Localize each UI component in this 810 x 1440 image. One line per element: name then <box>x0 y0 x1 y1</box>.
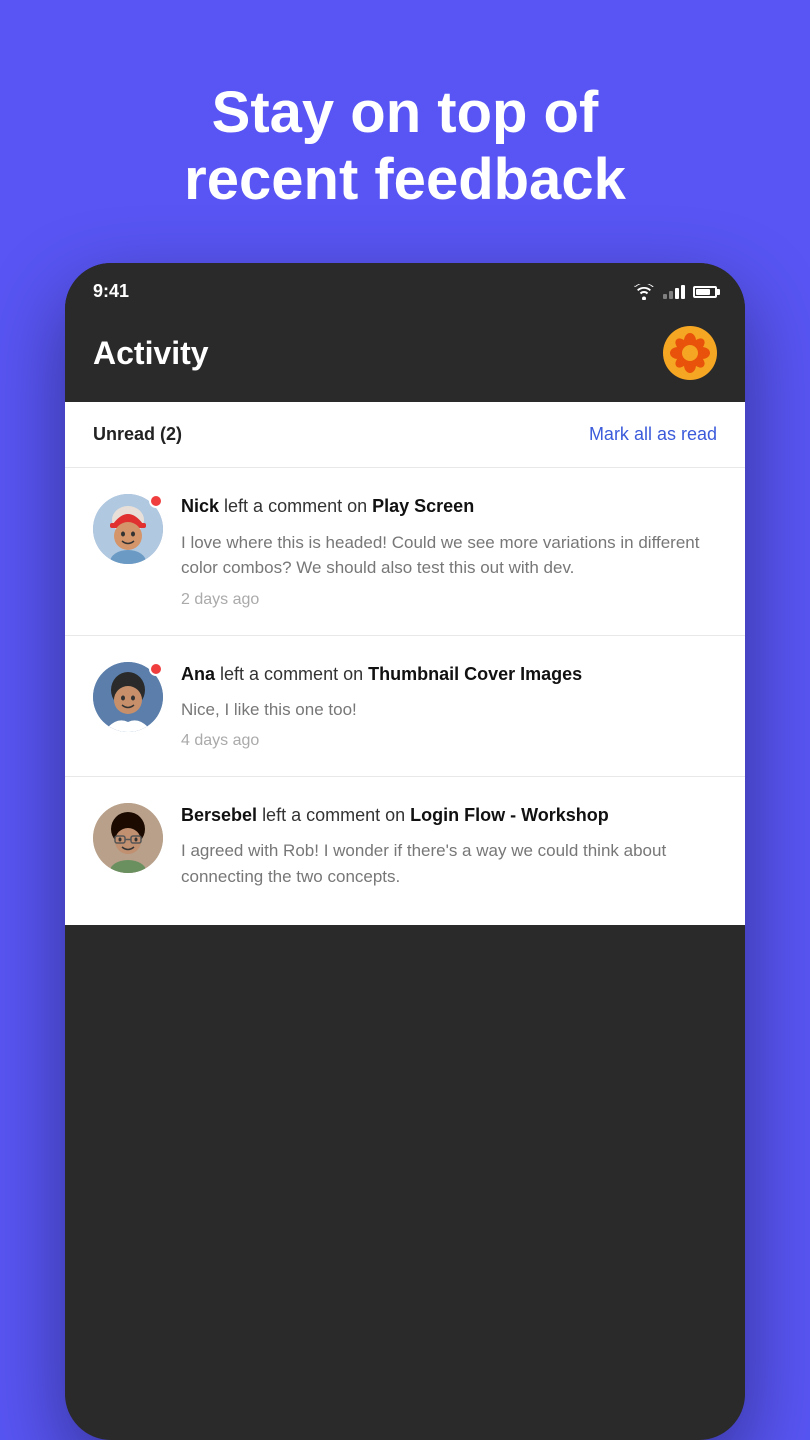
avatar-container-bersebel <box>93 803 163 899</box>
unread-dot-nick <box>149 494 163 508</box>
time-ana: 4 days ago <box>181 732 717 750</box>
user-avatar-button[interactable] <box>663 326 717 380</box>
project-name-nick: Play Screen <box>372 496 474 516</box>
avatar-container-nick <box>93 494 163 608</box>
action-nick: left a comment on <box>224 496 372 516</box>
signal-icon <box>663 285 685 299</box>
item-content-bersebel: Bersebel left a comment on Login Flow - … <box>181 803 717 899</box>
activity-item-ana[interactable]: Ana left a comment on Thumbnail Cover Im… <box>65 636 745 778</box>
unread-bar: Unread (2) Mark all as read <box>65 402 745 468</box>
hero-section: Stay on top of recent feedback <box>104 0 706 263</box>
wifi-icon <box>633 284 655 300</box>
item-content-nick: Nick left a comment on Play Screen I lov… <box>181 494 717 608</box>
app-header: Activity <box>65 312 745 402</box>
user-name-nick: Nick <box>181 496 219 516</box>
item-header-ana: Ana left a comment on Thumbnail Cover Im… <box>181 662 717 687</box>
action-bersebel: left a comment on <box>262 805 410 825</box>
status-bar: 9:41 <box>65 263 745 312</box>
comment-nick: I love where this is headed! Could we se… <box>181 530 717 581</box>
activity-item-bersebel[interactable]: Bersebel left a comment on Login Flow - … <box>65 777 745 925</box>
avatar-container-ana <box>93 662 163 751</box>
hero-text: Stay on top of recent feedback <box>104 80 706 213</box>
bersebel-avatar-svg <box>93 803 163 873</box>
phone-mockup: 9:41 Activity <box>65 263 745 1440</box>
user-name-ana: Ana <box>181 664 215 684</box>
project-name-bersebel: Login Flow - Workshop <box>410 805 609 825</box>
flower-icon <box>669 332 711 374</box>
item-header-bersebel: Bersebel left a comment on Login Flow - … <box>181 803 717 828</box>
user-name-bersebel: Bersebel <box>181 805 257 825</box>
item-header-nick: Nick left a comment on Play Screen <box>181 494 717 519</box>
unread-label: Unread (2) <box>93 424 182 445</box>
status-icons <box>633 284 717 300</box>
hero-line2: recent feedback <box>184 147 626 212</box>
app-title: Activity <box>93 335 209 372</box>
action-ana: left a comment on <box>220 664 368 684</box>
activity-item[interactable]: Nick left a comment on Play Screen I lov… <box>65 468 745 635</box>
status-time: 9:41 <box>93 281 129 302</box>
unread-dot-ana <box>149 662 163 676</box>
battery-icon <box>693 286 717 298</box>
comment-bersebel: I agreed with Rob! I wonder if there's a… <box>181 838 717 889</box>
comment-ana: Nice, I like this one too! <box>181 697 717 723</box>
content-area: Unread (2) Mark all as read <box>65 402 745 925</box>
avatar-bersebel <box>93 803 163 873</box>
item-content-ana: Ana left a comment on Thumbnail Cover Im… <box>181 662 717 751</box>
time-nick: 2 days ago <box>181 591 717 609</box>
mark-all-read-button[interactable]: Mark all as read <box>589 424 717 445</box>
project-name-ana: Thumbnail Cover Images <box>368 664 582 684</box>
hero-line1: Stay on top of <box>212 80 599 145</box>
